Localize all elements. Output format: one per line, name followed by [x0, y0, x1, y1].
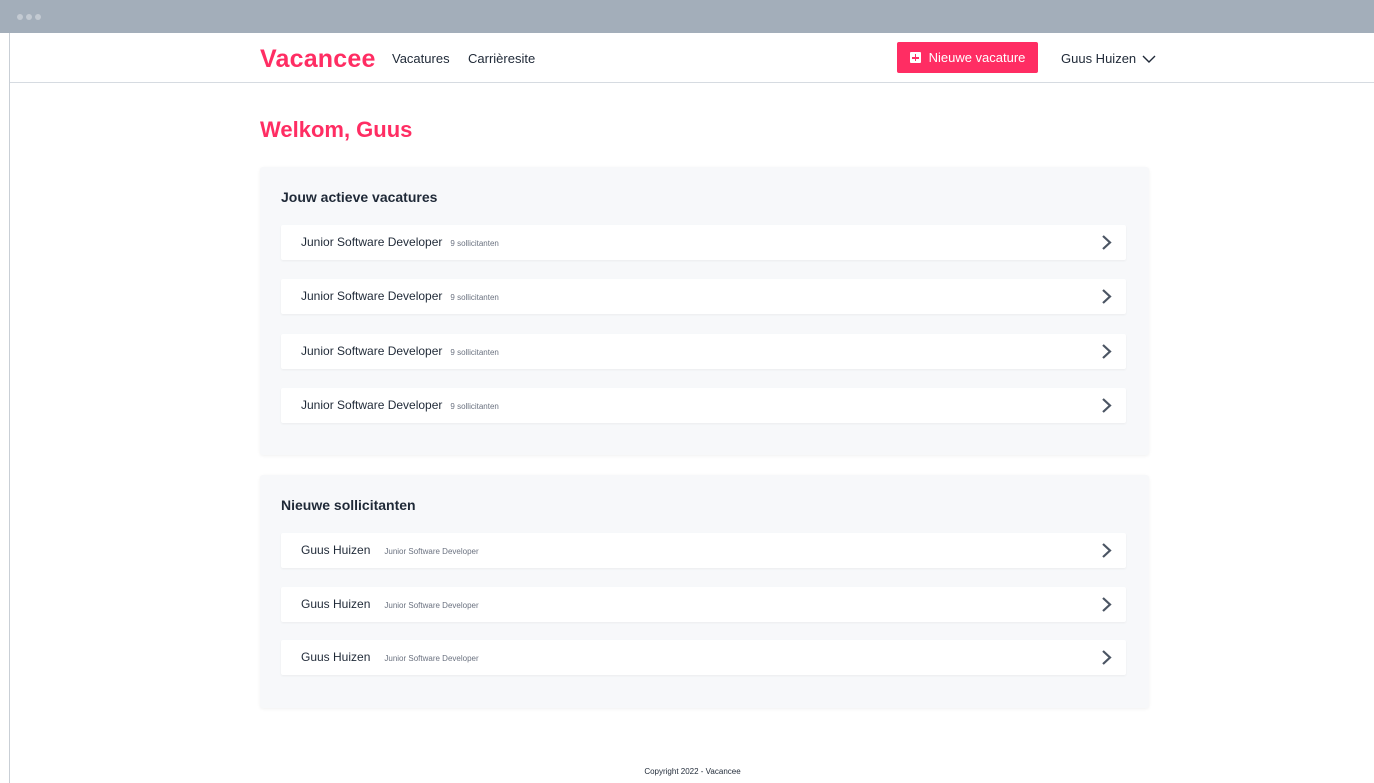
- new-vacancy-button[interactable]: Nieuwe vacature: [897, 42, 1038, 73]
- new-applicants-title: Nieuwe sollicitanten: [281, 497, 416, 513]
- applicant-name: Guus Huizen: [301, 650, 371, 664]
- active-vacancies-panel: Jouw actieve vacatures Junior Software D…: [260, 167, 1149, 455]
- nav-link-carrieresite[interactable]: Carrièresite: [468, 51, 535, 66]
- applicant-count: 9 sollicitanten: [450, 293, 499, 302]
- active-vacancies-title: Jouw actieve vacatures: [281, 189, 438, 205]
- maximize-window-icon[interactable]: [35, 14, 41, 20]
- chevron-right-icon: [1102, 289, 1112, 304]
- vacancy-row[interactable]: Junior Software Developer 9 sollicitanten: [281, 334, 1126, 369]
- vacancy-title: Junior Software Developer: [301, 344, 443, 358]
- chevron-right-icon: [1102, 344, 1112, 359]
- page-frame: Vacancee Vacatures Carrièresite Nieuwe v…: [9, 33, 1374, 783]
- chevron-right-icon: [1102, 597, 1112, 612]
- vacancy-row[interactable]: Junior Software Developer 9 sollicitanten: [281, 388, 1126, 423]
- chevron-right-icon: [1102, 398, 1112, 413]
- vacancy-row[interactable]: Junior Software Developer 9 sollicitanten: [281, 225, 1126, 260]
- vacancy-title: Junior Software Developer: [301, 235, 443, 249]
- new-vacancy-label: Nieuwe vacature: [928, 50, 1026, 65]
- applicant-count: 9 sollicitanten: [450, 348, 499, 357]
- applicant-row[interactable]: Guus Huizen Junior Software Developer: [281, 533, 1126, 568]
- minimize-window-icon[interactable]: [26, 14, 32, 20]
- applicant-row[interactable]: Guus Huizen Junior Software Developer: [281, 640, 1126, 675]
- user-name: Guus Huizen: [1061, 51, 1137, 66]
- page-title: Welkom, Guus: [260, 117, 413, 142]
- user-menu[interactable]: Guus Huizen: [1061, 51, 1156, 66]
- chevron-right-icon: [1102, 235, 1112, 250]
- applicant-role: Junior Software Developer: [384, 547, 479, 556]
- nav-link-vacatures[interactable]: Vacatures: [392, 51, 450, 66]
- applicant-name: Guus Huizen: [301, 543, 371, 557]
- close-window-icon[interactable]: [17, 14, 23, 20]
- chevron-right-icon: [1102, 650, 1112, 665]
- top-navbar: Vacancee Vacatures Carrièresite Nieuwe v…: [10, 33, 1374, 83]
- vacancy-row[interactable]: Junior Software Developer 9 sollicitanten: [281, 279, 1126, 314]
- vacancy-title: Junior Software Developer: [301, 398, 443, 412]
- chevron-down-icon: [1142, 55, 1156, 63]
- applicant-count: 9 sollicitanten: [450, 239, 499, 248]
- browser-titlebar: [0, 0, 1374, 33]
- applicant-role: Junior Software Developer: [384, 654, 479, 663]
- applicant-role: Junior Software Developer: [384, 601, 479, 610]
- vacancy-title: Junior Software Developer: [301, 289, 443, 303]
- applicant-count: 9 sollicitanten: [450, 402, 499, 411]
- chevron-right-icon: [1102, 543, 1112, 558]
- applicant-name: Guus Huizen: [301, 597, 371, 611]
- logo[interactable]: Vacancee: [260, 45, 376, 74]
- footer-copyright: Copyright 2022 - Vacancee: [644, 767, 741, 776]
- new-applicants-panel: Nieuwe sollicitanten Guus Huizen Junior S…: [260, 475, 1149, 708]
- window-controls: [17, 14, 41, 20]
- plus-square-icon: [909, 52, 921, 63]
- applicant-row[interactable]: Guus Huizen Junior Software Developer: [281, 587, 1126, 622]
